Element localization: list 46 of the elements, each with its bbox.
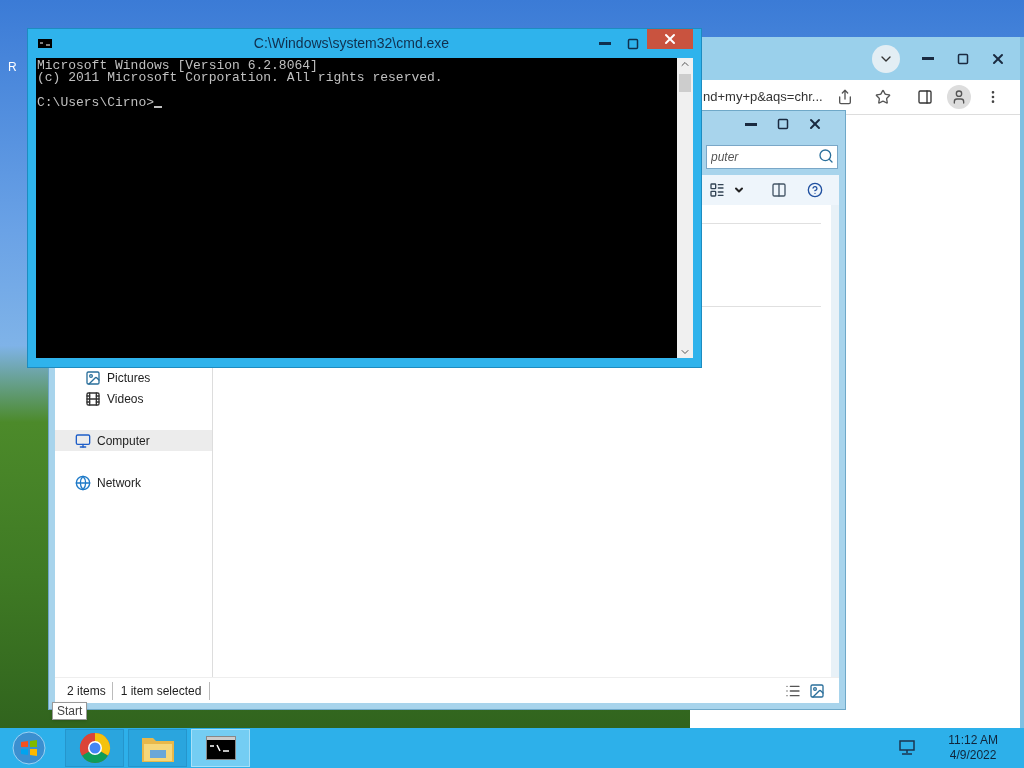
maximize-icon — [777, 118, 789, 130]
clock[interactable]: 11:12 AM 4/9/2022 — [948, 733, 998, 763]
minimize-icon — [745, 122, 757, 126]
preview-pane-icon[interactable] — [771, 182, 787, 198]
view-options-icon[interactable] — [709, 182, 725, 198]
search-field[interactable]: puter — [706, 145, 838, 169]
console-line: (c) 2011 Microsoft Corporation. All rights reserved. — [37, 72, 444, 84]
maximize-icon — [627, 37, 639, 50]
console-line: Microsoft Windows [Version 6.2.8064] — [37, 60, 319, 72]
tooltip: Start — [52, 702, 88, 720]
console-icon — [38, 39, 52, 48]
console-prompt: C:\Users\Cirno> — [37, 97, 155, 109]
pictures-icon — [85, 369, 101, 386]
text-cursor — [154, 106, 163, 108]
side-panel-icon[interactable] — [916, 89, 933, 105]
minimize-icon — [599, 42, 611, 45]
help-icon[interactable] — [807, 182, 823, 198]
selection-count: 1 item selected — [112, 681, 211, 700]
network-icon[interactable] — [898, 740, 917, 756]
clock-date: 4/9/2022 — [949, 748, 997, 763]
profile-avatar[interactable] — [946, 85, 971, 109]
network-icon — [75, 474, 91, 491]
chrome-icon — [78, 732, 111, 764]
share-icon[interactable] — [836, 89, 853, 105]
thumbnail-view-icon[interactable] — [809, 682, 825, 699]
address-bar-text[interactable]: nd+my+p&aqs=chr... — [703, 87, 823, 107]
search-icon[interactable] — [818, 148, 834, 164]
windows-logo-icon — [12, 731, 46, 765]
item-count: 2 items — [55, 681, 113, 700]
film-icon — [85, 390, 101, 407]
tab-search-button[interactable] — [872, 44, 900, 73]
maximize-icon — [956, 52, 969, 65]
nav-item[interactable]: Videos — [55, 388, 212, 409]
close-icon — [807, 116, 823, 132]
minimize-icon — [921, 57, 934, 60]
close-icon — [662, 31, 678, 47]
nav-item[interactable]: Pictures — [55, 367, 212, 388]
nav-item[interactable]: Network — [55, 472, 212, 493]
scroll-thumb[interactable] — [679, 74, 691, 92]
computer-icon — [75, 432, 91, 449]
clock-time: 11:12 AM — [948, 733, 998, 748]
star-icon[interactable] — [874, 89, 891, 105]
console-icon — [205, 736, 236, 760]
desktop-icon-label: R — [8, 59, 17, 76]
nav-item[interactable]: Computer — [55, 430, 212, 451]
window-title: C:\Windows\system32\cmd.exe — [252, 34, 451, 53]
